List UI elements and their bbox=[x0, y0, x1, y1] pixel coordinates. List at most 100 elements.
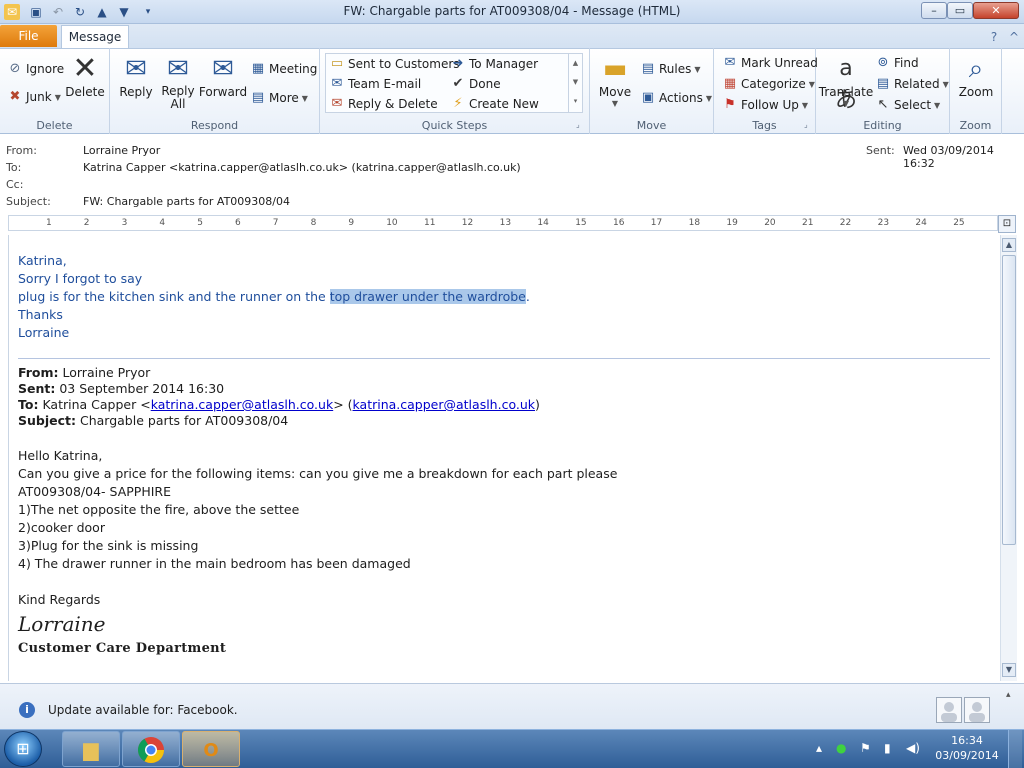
ribbon-collapse-icon[interactable]: ^ bbox=[1006, 29, 1022, 45]
update-message[interactable]: Update available for: Facebook. bbox=[48, 703, 238, 717]
original-intro: Can you give a price for the following i… bbox=[18, 466, 618, 481]
from-value[interactable]: Lorraine Pryor bbox=[83, 144, 160, 157]
ruler-tick-label: 5 bbox=[197, 218, 203, 228]
status-icon[interactable]: ● bbox=[836, 741, 846, 755]
move-button[interactable]: ▬ Move ▼ bbox=[596, 53, 634, 108]
email-link[interactable]: katrina.capper@atlaslh.co.uk bbox=[151, 397, 334, 412]
chevron-down-icon: ▼ bbox=[801, 100, 809, 110]
related-icon: ▤ bbox=[876, 76, 890, 91]
flag-icon: ⚑ bbox=[724, 97, 736, 112]
quick-step-done[interactable]: ✔ Done bbox=[450, 76, 501, 92]
reply-thanks: Thanks bbox=[18, 307, 63, 322]
view-ruler-icon[interactable]: ⊡ bbox=[998, 215, 1016, 233]
ruler-tick-label: 16 bbox=[613, 218, 625, 228]
title-bar: ✉ ▣ ↶ ↻ ▲ ▼ ▾ FW: Chargable parts for AT… bbox=[0, 0, 1024, 24]
rules-icon: ▤ bbox=[641, 61, 655, 76]
start-button[interactable]: ⊞ bbox=[4, 731, 42, 767]
chrome-icon[interactable] bbox=[122, 731, 180, 767]
find-button[interactable]: ⊚ Find bbox=[875, 55, 919, 71]
quick-step-reply-delete[interactable]: ✉ Reply & Delete bbox=[329, 96, 438, 112]
team-email-icon: ✉ bbox=[331, 76, 343, 91]
scroll-down-icon[interactable]: ▼ bbox=[1002, 663, 1016, 677]
signature: Lorraine bbox=[18, 612, 106, 636]
actions-button[interactable]: ▣ Actions ▼ bbox=[640, 90, 712, 106]
clock[interactable]: 16:34 03/09/2014 bbox=[934, 733, 1000, 763]
tab-file[interactable]: File bbox=[0, 25, 57, 47]
department: Customer Care Department bbox=[18, 641, 227, 656]
minimize-button[interactable]: – bbox=[921, 2, 947, 19]
file-explorer-icon[interactable]: ▆ bbox=[62, 731, 120, 767]
message-body[interactable]: Katrina, Sorry I forgot to say plug is f… bbox=[8, 235, 1000, 681]
more-icon: ▤ bbox=[251, 90, 265, 105]
quick-step-to-manager[interactable]: ➜ To Manager bbox=[450, 56, 539, 72]
dialog-launcher-icon[interactable]: ⌟ bbox=[576, 120, 580, 129]
meeting-button[interactable]: ▦ Meeting bbox=[250, 61, 318, 77]
related-button[interactable]: ▤ Related ▼ bbox=[875, 76, 949, 92]
magnifier-icon: ⌕ bbox=[968, 54, 984, 84]
show-desktop-button[interactable] bbox=[1008, 730, 1022, 768]
to-label: To: bbox=[6, 161, 22, 174]
ruler-tick-label: 7 bbox=[272, 218, 279, 228]
show-hidden-icons-icon[interactable]: ▴ bbox=[816, 741, 822, 755]
clock-time: 16:34 bbox=[951, 734, 983, 747]
rules-button[interactable]: ▤ Rules ▼ bbox=[640, 61, 701, 77]
quick-step-team-email[interactable]: ✉ Team E-mail bbox=[329, 76, 422, 92]
binoculars-icon: ⊚ bbox=[877, 55, 889, 70]
ruler[interactable]: 1 2 3 4 5 6 7 8 9 10 11 12 13 14 15 16 17 18 19 20 21 22 23 24 2… bbox=[8, 215, 998, 231]
reply-line-1: Sorry I forgot to say bbox=[18, 271, 143, 286]
ribbon-tab-strip: ? ^ bbox=[0, 24, 1024, 48]
fwd-from: From: Lorraine Pryor bbox=[18, 365, 151, 380]
help-icon[interactable]: ? bbox=[986, 29, 1002, 45]
maximize-button[interactable]: ▭ bbox=[947, 2, 973, 19]
quick-steps-scroll[interactable]: ▲ ▼ ▾ bbox=[568, 54, 582, 112]
translate-icon: aあ bbox=[834, 56, 857, 113]
people-pane-bar: i Update available for: Facebook. bbox=[0, 683, 1024, 729]
fwd-to: To: Katrina Capper <katrina.capper@atlas… bbox=[18, 397, 540, 412]
quick-step-create-new[interactable]: ⚡ Create New bbox=[450, 96, 538, 112]
ruler-tick-label: 21 bbox=[802, 218, 814, 228]
reply-all-button[interactable]: ✉ Reply All bbox=[158, 53, 198, 111]
dialog-launcher-icon[interactable]: ⌟ bbox=[804, 120, 808, 129]
tab-message[interactable]: Message bbox=[61, 25, 129, 49]
avatar[interactable] bbox=[936, 697, 962, 723]
ignore-button[interactable]: ⊘ Ignore bbox=[7, 61, 65, 77]
ruler-tick-label: 11 bbox=[424, 218, 436, 228]
more-respond-button[interactable]: ▤ More ▼ bbox=[250, 90, 308, 106]
selected-text[interactable]: top drawer under the wardrobe bbox=[329, 289, 526, 304]
collapse-people-pane-icon[interactable]: ▴ bbox=[1006, 690, 1011, 700]
ruler-tick-label: 10 bbox=[386, 218, 398, 228]
follow-up-button[interactable]: ⚑ Follow Up ▼ bbox=[722, 97, 808, 113]
translate-button[interactable]: aあ Translate ▼ bbox=[819, 53, 874, 113]
avatar[interactable] bbox=[964, 697, 990, 723]
original-reference: AT009308/04- SAPPHIRE bbox=[18, 484, 171, 499]
scroll-up-icon[interactable]: ▲ bbox=[1002, 238, 1016, 252]
volume-icon[interactable]: ◀) bbox=[906, 741, 920, 755]
zoom-button[interactable]: ⌕ Zoom bbox=[956, 53, 996, 99]
lightning-icon: ⚡ bbox=[453, 96, 463, 111]
outlook-taskbar-icon[interactable]: O bbox=[182, 731, 240, 767]
scrollbar-thumb[interactable] bbox=[1002, 255, 1016, 545]
junk-button[interactable]: ✖ Junk ▼ bbox=[7, 89, 61, 105]
categorize-button[interactable]: ▦ Categorize ▼ bbox=[722, 76, 815, 92]
email-link[interactable]: katrina.capper@atlaslh.co.uk bbox=[353, 397, 536, 412]
ruler-tick-label: 25 bbox=[953, 218, 965, 228]
network-icon[interactable]: ▮ bbox=[884, 741, 891, 755]
vertical-scrollbar[interactable]: ▲ ▼ bbox=[1000, 235, 1017, 681]
mark-unread-button[interactable]: ✉ Mark Unread bbox=[722, 55, 818, 71]
ruler-tick-label: 14 bbox=[537, 218, 549, 228]
quick-step-sent-to-customers[interactable]: ▭ Sent to Customers bbox=[329, 56, 460, 72]
delete-icon: ✕ bbox=[72, 51, 98, 86]
reply-all-icon: ✉ bbox=[167, 54, 189, 84]
subject-label: Subject: bbox=[6, 195, 51, 208]
ruler-tick-label: 19 bbox=[726, 218, 738, 228]
flag-tray-icon[interactable]: ⚑ bbox=[860, 741, 871, 755]
select-button[interactable]: ↖ Select ▼ bbox=[875, 97, 941, 113]
ruler-tick-label: 4 bbox=[159, 218, 166, 228]
delete-button[interactable]: ✕ Delete bbox=[65, 51, 104, 100]
close-button[interactable]: ✕ bbox=[973, 2, 1019, 19]
reply-line-2: plug is for the kitchen sink and the run… bbox=[18, 289, 530, 304]
to-value[interactable]: Katrina Capper <katrina.capper@atlaslh.c… bbox=[83, 161, 521, 174]
forward-button[interactable]: ✉ Forward bbox=[199, 53, 247, 99]
categorize-icon: ▦ bbox=[723, 76, 737, 91]
reply-button[interactable]: ✉ Reply bbox=[117, 53, 155, 99]
